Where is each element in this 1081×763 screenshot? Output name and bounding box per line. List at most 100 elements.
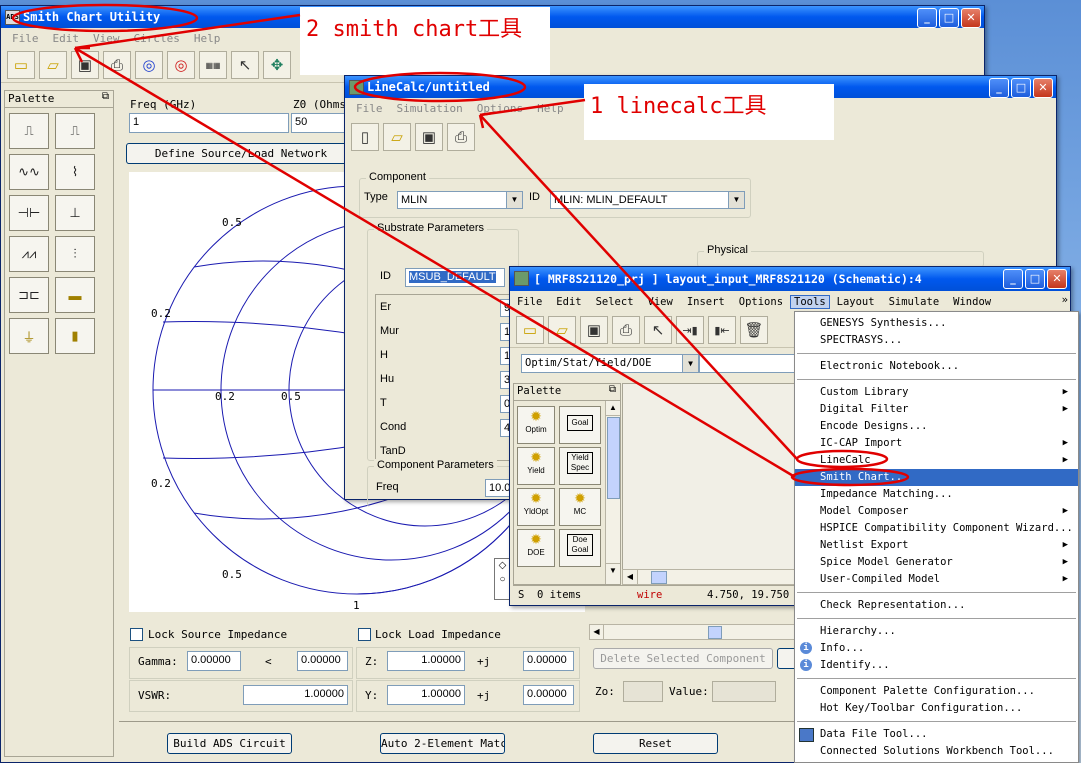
menu-overflow-icon[interactable]: » bbox=[1062, 294, 1068, 306]
palette-shunt-inductor[interactable]: ⌇ bbox=[55, 154, 95, 190]
menu-edit[interactable]: Edit bbox=[46, 32, 87, 45]
menu-item-palette-config[interactable]: Component Palette Configuration... bbox=[795, 683, 1078, 700]
lc-print-icon[interactable]: ⎙ bbox=[447, 123, 475, 151]
smith-y-icon[interactable]: ◎ bbox=[167, 51, 195, 79]
sch-menu-layout[interactable]: Layout bbox=[830, 296, 882, 308]
menu-help[interactable]: Help bbox=[187, 32, 228, 45]
menu-item-linecalc[interactable]: LineCalc ▶ bbox=[795, 452, 1078, 469]
move-icon[interactable]: ✥ bbox=[263, 51, 291, 79]
maximize-button[interactable]: □ bbox=[939, 8, 959, 28]
menu-view[interactable]: View bbox=[86, 32, 127, 45]
sch-menu-select[interactable]: Select bbox=[589, 296, 641, 308]
lc-open-icon[interactable]: ▱ bbox=[383, 123, 411, 151]
palette-shunt-tline[interactable]: ⎍ bbox=[55, 113, 95, 149]
palette-shunt-stub-open[interactable]: ▮ bbox=[55, 318, 95, 354]
chevron-down-icon[interactable]: ▼ bbox=[728, 192, 744, 208]
scroll-down-icon[interactable]: ▼ bbox=[606, 563, 620, 578]
schematic-title-bar[interactable]: [ MRF8S21120_prj ] layout_input_MRF8S211… bbox=[510, 267, 1070, 291]
palette-series-capacitor[interactable]: ⊣⊢ bbox=[9, 195, 49, 231]
sch-menu-tools[interactable]: Tools bbox=[790, 295, 830, 309]
sch-menu-file[interactable]: File bbox=[510, 296, 549, 308]
substrate-id-input[interactable]: MSUB_DEFAULT bbox=[405, 268, 505, 287]
sch-new-icon[interactable]: ▭ bbox=[516, 316, 544, 344]
palette-item-yield[interactable]: ✹ Yield bbox=[517, 447, 555, 485]
menu-item-electronic-notebook[interactable]: Electronic Notebook... bbox=[795, 358, 1078, 375]
lock-source-checkbox[interactable] bbox=[130, 628, 143, 641]
scroll-thumb[interactable] bbox=[607, 417, 620, 499]
palette-transformer[interactable]: ⊐⊏ bbox=[9, 277, 49, 313]
sch-menu-window[interactable]: Window bbox=[946, 296, 998, 308]
palette-item-doe-goal[interactable]: Doe Goal bbox=[559, 529, 601, 567]
linecalc-close-button[interactable]: ✕ bbox=[1033, 78, 1053, 98]
type-select[interactable]: MLIN ▼ bbox=[397, 191, 523, 209]
linecalc-minimize-button[interactable]: _ bbox=[989, 78, 1009, 98]
y-imag-input[interactable]: 0.00000 bbox=[523, 685, 574, 705]
palette-undock-icon[interactable]: ⧉ bbox=[102, 91, 109, 102]
lc-save-icon[interactable]: ▣ bbox=[415, 123, 443, 151]
lc-menu-help[interactable]: Help bbox=[530, 102, 571, 115]
palette-shunt-resistor[interactable]: ⫶ bbox=[55, 236, 95, 272]
menu-item-spice-model-generator[interactable]: Spice Model Generator ▶ bbox=[795, 554, 1078, 571]
schematic-close-button[interactable]: ✕ bbox=[1047, 269, 1067, 289]
zo-input[interactable] bbox=[623, 681, 663, 702]
box-grid-icon[interactable]: ▦▦ bbox=[199, 51, 227, 79]
palette-series-resistor[interactable]: ⩘⩘ bbox=[9, 236, 49, 272]
menu-item-model-composer[interactable]: Model Composer ▶ bbox=[795, 503, 1078, 520]
vswr-input[interactable]: 1.00000 bbox=[243, 685, 348, 705]
palette-item-yield-spec[interactable]: Yield Spec bbox=[559, 447, 601, 485]
sch-menu-simulate[interactable]: Simulate bbox=[882, 296, 947, 308]
menu-item-custom-library[interactable]: Custom Library ▶ bbox=[795, 384, 1078, 401]
lc-new-icon[interactable]: ▯ bbox=[351, 123, 379, 151]
menu-circles[interactable]: Circles bbox=[127, 32, 187, 45]
z-imag-input[interactable]: 0.00000 bbox=[523, 651, 574, 671]
menu-item-connected-solutions[interactable]: Connected Solutions Workbench Tool... bbox=[795, 743, 1078, 760]
palette-shunt-stub-short[interactable]: ⏚ bbox=[9, 318, 49, 354]
smith-z-icon[interactable]: ◎ bbox=[135, 51, 163, 79]
sch-menu-options[interactable]: Options bbox=[732, 296, 790, 308]
scroll-thumb[interactable] bbox=[708, 626, 722, 639]
menu-item-info[interactable]: i Info... bbox=[795, 640, 1078, 657]
palette-item-yldopt[interactable]: ✹ YldOpt bbox=[517, 488, 555, 526]
lc-menu-options[interactable]: Options bbox=[470, 102, 530, 115]
lock-load-checkbox[interactable] bbox=[358, 628, 371, 641]
print-icon[interactable]: ⎙ bbox=[103, 51, 131, 79]
palette-item-doe[interactable]: ✹ DOE bbox=[517, 529, 555, 567]
chevron-down-icon[interactable]: ▼ bbox=[506, 192, 522, 208]
palette-series-inductor[interactable]: ∿∿ bbox=[9, 154, 49, 190]
sch-open-icon[interactable]: ▱ bbox=[548, 316, 576, 344]
sch-menu-view[interactable]: View bbox=[641, 296, 680, 308]
network-hscroll[interactable]: ◀ bbox=[589, 624, 797, 640]
menu-item-data-file-tool[interactable]: Data File Tool... bbox=[795, 726, 1078, 743]
menu-file[interactable]: File bbox=[5, 32, 46, 45]
auto-match-button[interactable]: Auto 2-Element Match bbox=[380, 733, 505, 754]
menu-item-user-compiled-model[interactable]: User-Compiled Model ▶ bbox=[795, 571, 1078, 588]
menu-item-impedance-matching[interactable]: Impedance Matching... bbox=[795, 486, 1078, 503]
palette-item-mc[interactable]: ✹ MC bbox=[559, 488, 601, 526]
menu-item-encode-designs[interactable]: Encode Designs... bbox=[795, 418, 1078, 435]
scroll-left-icon[interactable]: ◀ bbox=[623, 570, 638, 584]
linecalc-maximize-button[interactable]: □ bbox=[1011, 78, 1031, 98]
menu-item-iccap-import[interactable]: IC-CAP Import ▶ bbox=[795, 435, 1078, 452]
menu-item-genesys-synthesis[interactable]: GENESYS Synthesis... bbox=[795, 315, 1078, 332]
menu-item-smith-chart[interactable]: Smith Chart... bbox=[795, 469, 1078, 486]
palette-shunt-capacitor[interactable]: ⊥ bbox=[55, 195, 95, 231]
z-real-input[interactable]: 1.00000 bbox=[387, 651, 465, 671]
delete-component-button[interactable]: Delete Selected Component bbox=[593, 648, 773, 669]
z0-input[interactable]: 50 bbox=[291, 113, 351, 133]
canvas-hscroll[interactable]: ◀ bbox=[622, 569, 800, 585]
sch-print-icon[interactable]: ⎙ bbox=[612, 316, 640, 344]
scroll-left-icon[interactable]: ◀ bbox=[590, 625, 604, 639]
save-icon[interactable]: ▣ bbox=[71, 51, 99, 79]
minimize-button[interactable]: _ bbox=[917, 8, 937, 28]
new-file-icon[interactable]: ▭ bbox=[7, 51, 35, 79]
lc-menu-file[interactable]: File bbox=[349, 102, 390, 115]
sch-menu-edit[interactable]: Edit bbox=[549, 296, 588, 308]
freq-input[interactable]: 1 bbox=[129, 113, 289, 133]
define-network-button[interactable]: Define Source/Load Network bbox=[126, 143, 356, 164]
id-select[interactable]: MLIN: MLIN_DEFAULT ▼ bbox=[550, 191, 745, 209]
menu-item-identify[interactable]: i Identify... bbox=[795, 657, 1078, 674]
schematic-minimize-button[interactable]: _ bbox=[1003, 269, 1023, 289]
schematic-maximize-button[interactable]: □ bbox=[1025, 269, 1045, 289]
scroll-thumb[interactable] bbox=[651, 571, 667, 584]
close-button[interactable]: ✕ bbox=[961, 8, 981, 28]
